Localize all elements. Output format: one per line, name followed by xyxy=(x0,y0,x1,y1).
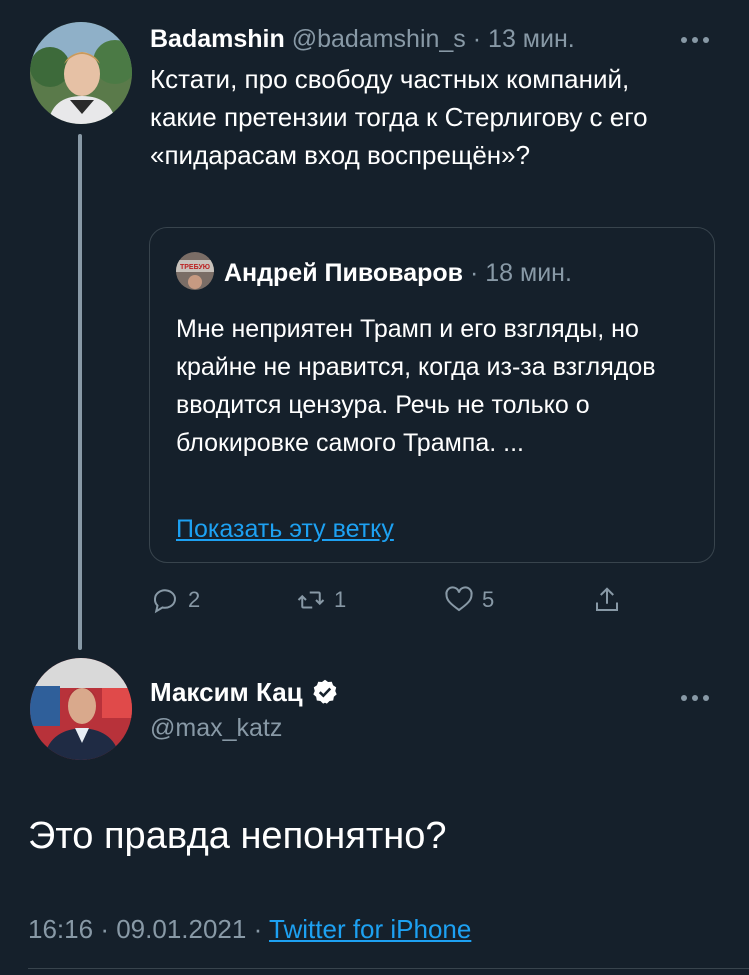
quote-tweet-card[interactable]: ТРЕБУЮ Андрей Пивоваров · 18 мин. Мне не… xyxy=(149,227,715,563)
tweet2-source-link[interactable]: Twitter for iPhone xyxy=(269,914,471,944)
thread-connector-line xyxy=(78,134,82,650)
retweet-icon xyxy=(297,591,325,609)
more-horizontal-icon[interactable] xyxy=(680,26,710,46)
retweet-button[interactable]: 1 xyxy=(296,582,346,618)
reply-count: 2 xyxy=(188,587,201,612)
like-button[interactable]: 5 xyxy=(444,582,494,618)
avatar-max-katz-image xyxy=(30,658,132,760)
tweet2-time: 16:16 xyxy=(28,914,94,944)
tweet1-author-name[interactable]: Badamshin xyxy=(150,25,285,53)
tweet1-timestamp[interactable]: 13 мин. xyxy=(488,25,575,53)
quote-text: Мне неприятен Трамп и его взгляды, но кр… xyxy=(176,315,656,457)
reply-icon xyxy=(153,589,176,614)
tweet2-author-name-text: Максим Кац xyxy=(150,677,303,707)
verified-badge-icon xyxy=(312,679,337,704)
heart-icon xyxy=(445,586,473,612)
svg-text:ТРЕБУЮ: ТРЕБУЮ xyxy=(180,264,210,271)
tweet2-meta: 16:16 · 09.01.2021 · Twitter for iPhone xyxy=(28,912,471,946)
quote-timestamp: 18 мин. xyxy=(485,259,572,287)
quote-header: Андрей Пивоваров · 18 мин. xyxy=(224,258,572,288)
tweet2-separator-2: · xyxy=(253,914,263,944)
tweet1-author-handle[interactable]: @badamshin_s xyxy=(292,25,466,53)
tweet2-date: 09.01.2021 xyxy=(116,914,247,944)
avatar-badamshin[interactable] xyxy=(30,22,132,124)
show-thread-link[interactable]: Показать эту ветку xyxy=(176,514,394,544)
quote-author-name[interactable]: Андрей Пивоваров xyxy=(224,259,463,287)
divider xyxy=(28,968,749,969)
tweet1-action-bar: 2 1 5 xyxy=(150,582,630,618)
more-horizontal-icon-2[interactable] xyxy=(680,684,710,704)
tweet2-author-handle[interactable]: @max_katz xyxy=(150,712,282,744)
tweet2-text: Это правда непонятно? xyxy=(28,815,447,857)
quote-avatar: ТРЕБУЮ xyxy=(176,252,214,290)
tweet1-text: Кстати, про свободу частных компаний, ка… xyxy=(150,64,648,170)
share-button[interactable] xyxy=(592,582,622,618)
tweet1-separator: · xyxy=(472,25,482,53)
retweet-count: 1 xyxy=(334,587,347,612)
like-count: 5 xyxy=(482,587,495,612)
reply-button[interactable]: 2 xyxy=(150,582,200,618)
tweet2-author-name[interactable]: Максим Кац xyxy=(150,676,339,708)
tweet1-header: Badamshin @badamshin_s · 13 мин. xyxy=(150,24,575,54)
avatar-badamshin-image xyxy=(30,22,132,124)
share-icon xyxy=(596,587,618,611)
avatar-max-katz[interactable] xyxy=(30,658,132,760)
quote-separator: · xyxy=(469,259,479,287)
tweet2-separator-1: · xyxy=(100,914,109,944)
